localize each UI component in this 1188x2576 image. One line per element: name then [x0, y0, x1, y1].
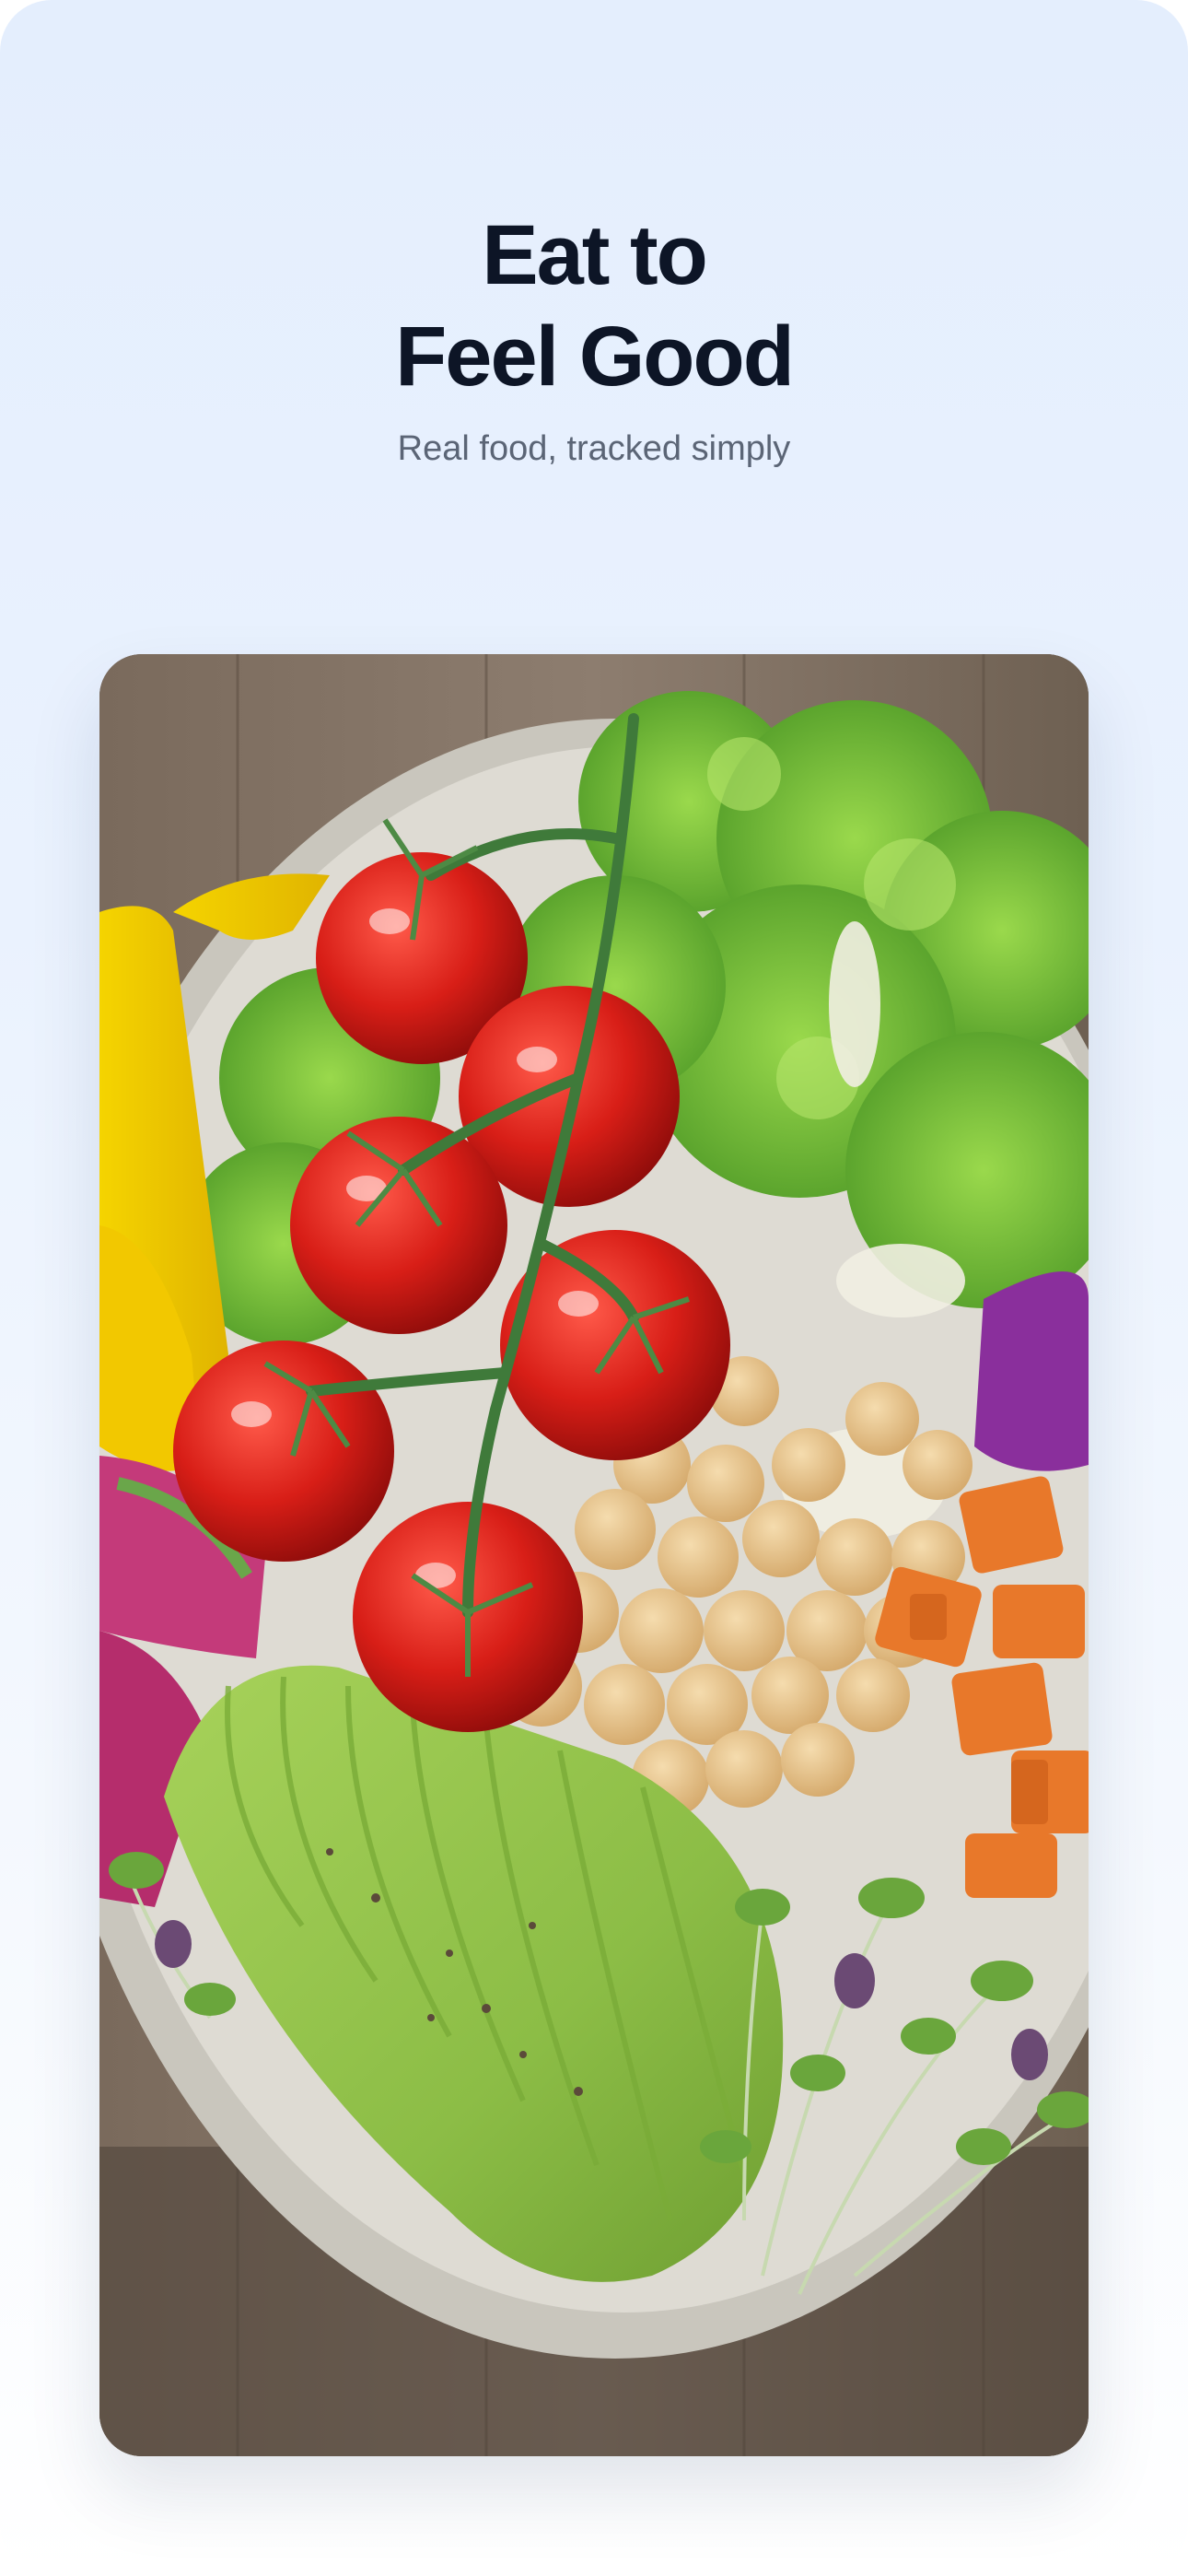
hero-subtitle: Real food, tracked simply [397, 429, 791, 468]
hero-title-line-1: Eat to [482, 208, 708, 302]
hero-title-line-2: Feel Good [395, 310, 795, 404]
onboarding-screen: Eat to Feel Good Real food, tracked simp… [0, 0, 1188, 2576]
hero-title: Eat to Feel Good [0, 205, 1188, 407]
hero-food-image [99, 654, 1089, 2456]
hero-section: Eat to Feel Good Real food, tracked simp… [0, 205, 1188, 470]
salad-bowl-illustration [99, 654, 1089, 2456]
